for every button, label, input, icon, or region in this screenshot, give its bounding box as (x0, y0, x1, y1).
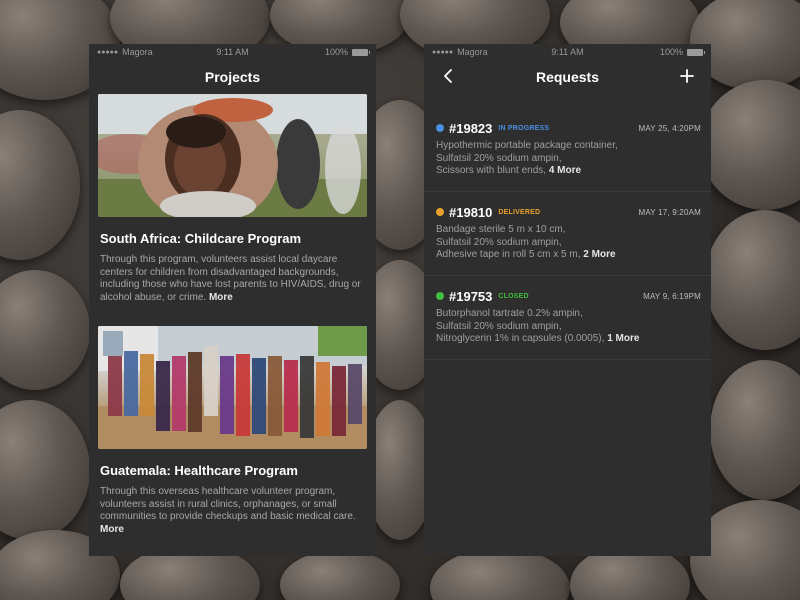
battery-icon (687, 48, 705, 56)
status-badge: DELIVERED (498, 208, 541, 216)
projects-screen: ●●●●● Magora 9:11 AM 100% Projects South… (89, 44, 376, 556)
project-description-text: Through this overseas healthcare volunte… (100, 486, 356, 522)
more-link[interactable]: 1 More (607, 333, 639, 344)
plus-icon[interactable] (677, 66, 697, 86)
project-card-guatemala[interactable]: Guatemala: Healthcare Program Through th… (98, 326, 367, 536)
request-item-text: Adhesive tape in roll 5 cm x 5 m, (436, 249, 581, 260)
request-item[interactable]: #19823 IN PROGRESS MAY 25, 4:20PM Hypoth… (424, 114, 711, 192)
more-link[interactable]: 4 More (549, 165, 581, 176)
more-link[interactable]: More (100, 524, 124, 535)
request-item-line: Sulfatsil 20% sodium ampin, (436, 320, 562, 332)
request-item-line: Bandage sterile 5 m x 10 cm, (436, 224, 566, 235)
project-title: Guatemala: Healthcare Program (100, 463, 298, 478)
status-badge: CLOSED (498, 292, 529, 300)
status-dot-icon (436, 124, 444, 132)
request-item-line: Butorphanol tartrate 0.2% ampin, (436, 308, 583, 319)
project-card-south-africa[interactable]: South Africa: Childcare Program Through … (98, 94, 367, 304)
request-date: MAY 9, 6:19PM (643, 291, 701, 301)
request-id: #19823 (449, 120, 493, 136)
request-item-text: Nitroglycerin 1% in capsules (0.0005), (436, 333, 605, 344)
request-item-line: Sulfatsil 20% sodium ampin, (436, 236, 562, 248)
request-item[interactable]: #19753 CLOSED MAY 9, 6:19PM Butorphanol … (424, 282, 711, 360)
request-item-text: Scissors with blunt ends, (436, 165, 547, 176)
nav-bar: Projects (89, 60, 376, 94)
project-photo-guatemala (98, 326, 367, 449)
project-title: South Africa: Childcare Program (100, 231, 302, 246)
nav-bar: Requests (424, 60, 711, 94)
more-link[interactable]: 2 More (583, 249, 615, 260)
request-id: #19810 (449, 204, 493, 220)
request-item-line: Scissors with blunt ends, 4 More (436, 165, 701, 178)
request-item-line: Adhesive tape in roll 5 cm x 5 m, 2 More (436, 249, 701, 262)
project-description: Through this overseas healthcare volunte… (100, 486, 365, 536)
status-badge: IN PROGRESS (498, 124, 550, 132)
status-time: 9:11 AM (551, 47, 584, 57)
status-bar: ●●●●● Magora 9:11 AM 100% (424, 44, 711, 60)
status-time: 9:11 AM (216, 47, 249, 57)
page-title: Projects (204, 69, 261, 85)
request-item-line: Sulfatsil 20% sodium ampin, (436, 152, 562, 164)
request-item-line: Hypothermic portable package container, (436, 140, 618, 151)
project-photo-south-africa (98, 94, 367, 217)
request-item-line: Nitroglycerin 1% in capsules (0.0005), 1… (436, 333, 701, 346)
battery-icon (352, 48, 370, 56)
request-id: #19753 (449, 288, 493, 304)
project-description: Through this program, volunteers assist … (100, 254, 365, 304)
request-date: MAY 25, 4:20PM (638, 123, 701, 133)
more-link[interactable]: More (209, 292, 233, 303)
request-date: MAY 17, 9:20AM (638, 207, 701, 217)
status-bar: ●●●●● Magora 9:11 AM 100% (89, 44, 376, 60)
chevron-left-icon[interactable] (438, 66, 458, 86)
status-dot-icon (436, 208, 444, 216)
page-title: Requests (535, 69, 600, 85)
request-item[interactable]: #19810 DELIVERED MAY 17, 9:20AM Bandage … (424, 198, 711, 276)
status-dot-icon (436, 292, 444, 300)
requests-screen: ●●●●● Magora 9:11 AM 100% Requests #1982… (424, 44, 711, 556)
